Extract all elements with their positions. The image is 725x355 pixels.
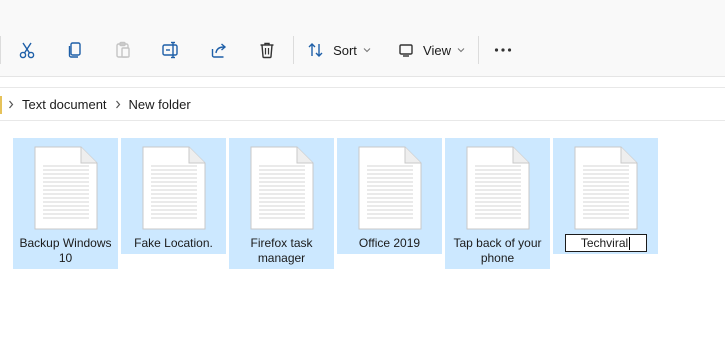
view-icon <box>397 41 415 59</box>
file-name: Office 2019 <box>358 236 421 250</box>
trash-icon <box>258 41 276 59</box>
file-name: Firefox task manager <box>250 236 313 265</box>
folder-icon <box>0 96 2 114</box>
command-bar: Sort View <box>0 0 725 77</box>
rename-input[interactable]: Techviral <box>564 234 647 252</box>
breadcrumb-item-text-document[interactable]: Text document <box>22 97 107 112</box>
breadcrumb[interactable]: Text document New folder <box>0 87 725 121</box>
file-view: Backup Windows 10 Fake Location. Firefox … <box>0 122 725 355</box>
breadcrumb-item-new-folder[interactable]: New folder <box>129 97 191 112</box>
text-caret <box>629 236 631 250</box>
file-item[interactable]: Firefox task manager <box>229 138 334 269</box>
delete-button[interactable] <box>252 36 282 64</box>
file-item[interactable]: Fake Location. <box>121 138 226 254</box>
share-button[interactable] <box>204 36 234 64</box>
text-document-icon <box>142 146 206 230</box>
file-name: Tap back of your phone <box>453 236 542 265</box>
more-options-button[interactable] <box>488 36 518 64</box>
text-document-icon <box>358 146 422 230</box>
sort-icon <box>307 41 325 59</box>
toolbar-gap <box>0 77 725 87</box>
text-document-icon <box>466 146 530 230</box>
chevron-right-icon <box>115 100 121 109</box>
rename-button[interactable] <box>156 36 186 64</box>
toolbar-separator <box>478 36 479 64</box>
chevron-down-icon <box>457 47 465 53</box>
view-label: View <box>423 42 451 58</box>
chevron-down-icon <box>363 47 371 53</box>
file-item[interactable]: Backup Windows 10 <box>13 138 118 269</box>
chevron-right-icon <box>8 100 14 109</box>
file-name: Fake Location. <box>134 236 213 250</box>
text-document-icon <box>574 146 638 230</box>
toolbar-separator <box>293 36 294 64</box>
text-document-icon <box>34 146 98 230</box>
toolbar-separator <box>0 36 1 64</box>
text-document-icon <box>250 146 314 230</box>
copy-icon <box>66 41 84 59</box>
cut-button[interactable] <box>12 36 42 64</box>
share-icon <box>210 41 228 59</box>
file-item[interactable]: Office 2019 <box>337 138 442 254</box>
paste-icon <box>114 41 132 59</box>
view-button[interactable]: View <box>393 36 469 64</box>
scissors-icon <box>18 41 36 59</box>
sort-button[interactable]: Sort <box>303 36 375 64</box>
file-name: Backup Windows 10 <box>19 236 112 265</box>
file-item[interactable]: Tap back of your phone <box>445 138 550 269</box>
file-item[interactable]: Techviral <box>553 138 658 254</box>
paste-button[interactable] <box>108 36 138 64</box>
more-horizontal-icon <box>494 47 512 53</box>
rename-icon <box>161 41 181 59</box>
sort-label: Sort <box>333 42 357 58</box>
copy-button[interactable] <box>60 36 90 64</box>
